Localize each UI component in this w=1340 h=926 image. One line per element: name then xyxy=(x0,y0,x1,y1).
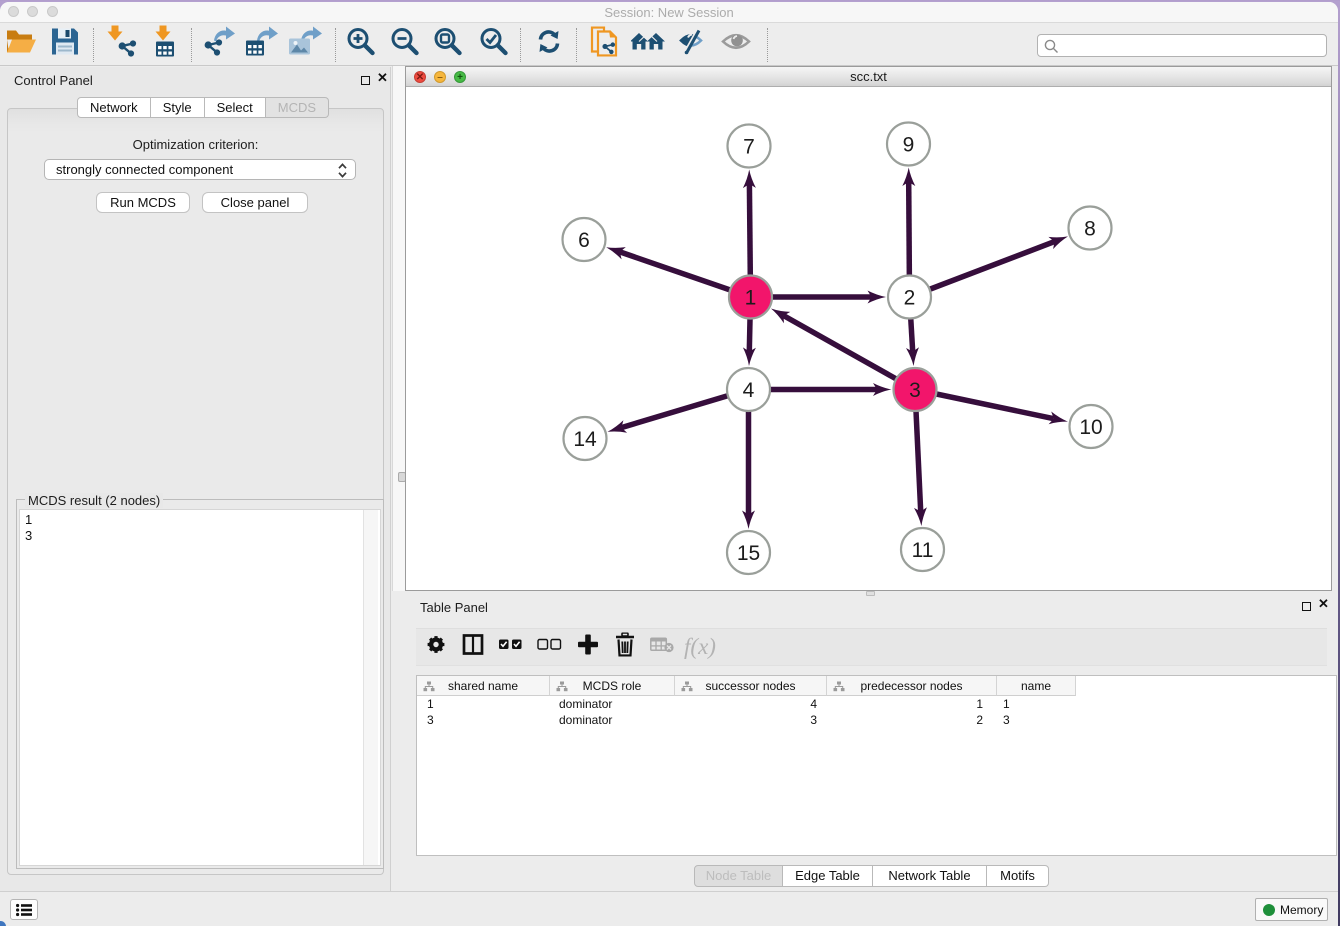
svg-text:4: 4 xyxy=(743,379,755,402)
svg-text:7: 7 xyxy=(743,135,755,158)
svg-text:11: 11 xyxy=(912,539,934,562)
svg-text:9: 9 xyxy=(903,133,915,156)
svg-text:8: 8 xyxy=(1084,217,1096,240)
svg-text:10: 10 xyxy=(1079,416,1102,439)
svg-text:3: 3 xyxy=(909,379,921,402)
svg-text:2: 2 xyxy=(904,286,916,309)
svg-text:1: 1 xyxy=(745,286,757,309)
svg-text:14: 14 xyxy=(573,428,597,451)
svg-text:6: 6 xyxy=(578,229,590,252)
svg-text:15: 15 xyxy=(737,542,760,565)
